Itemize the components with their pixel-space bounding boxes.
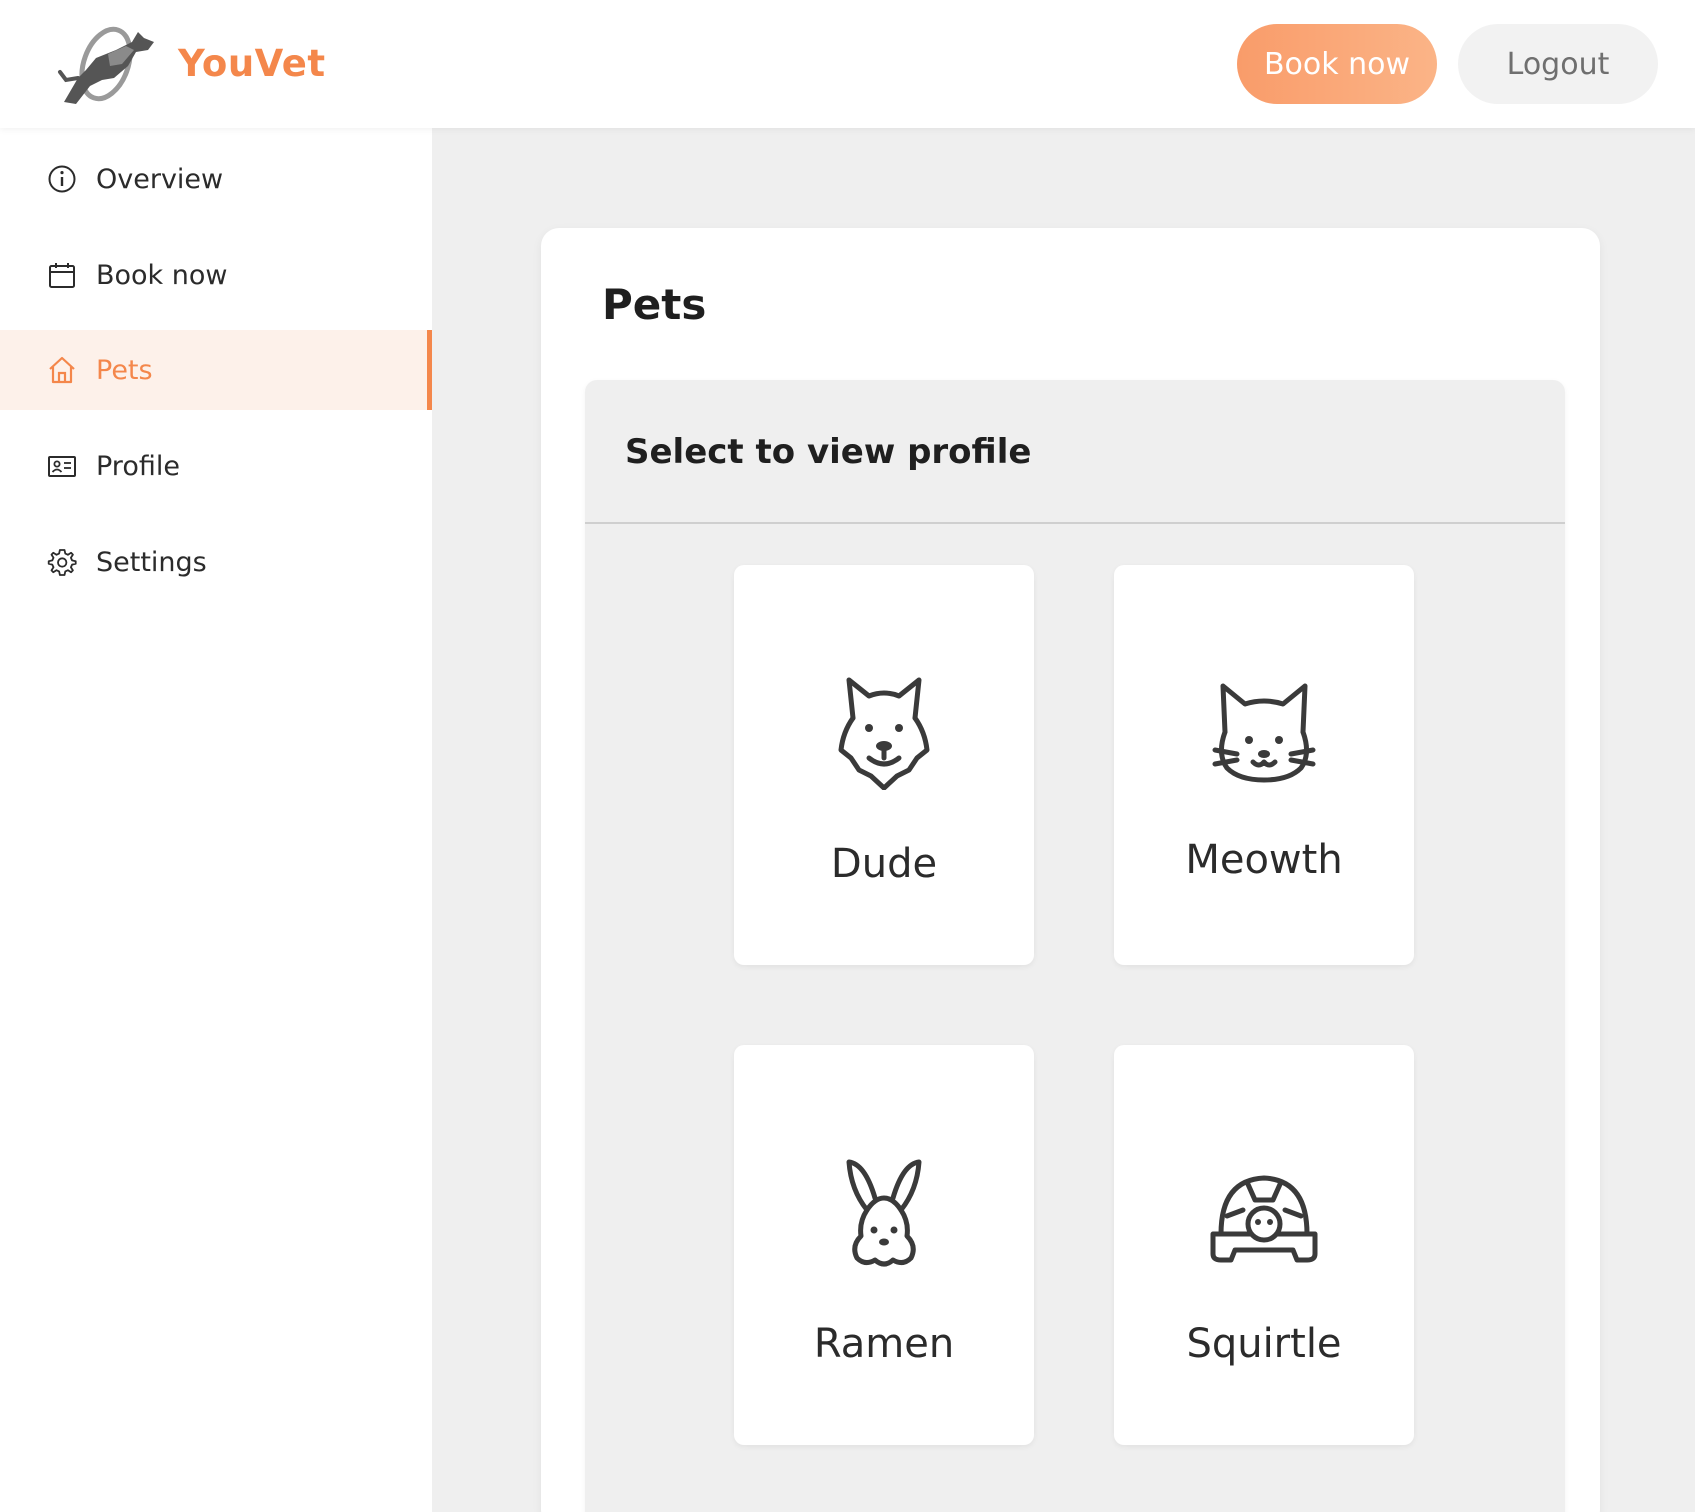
sidebar-item-label: Pets	[96, 354, 153, 386]
pet-name: Squirtle	[1186, 1321, 1342, 1367]
pet-name: Meowth	[1185, 837, 1343, 883]
sidebar-item-label: Overview	[96, 163, 224, 195]
brand-name: YouVet	[178, 41, 326, 85]
pet-card-meowth[interactable]: Meowth	[1114, 565, 1414, 965]
pet-card-ramen[interactable]: Ramen	[734, 1045, 1034, 1445]
sidebar-item-settings[interactable]: Settings	[0, 522, 432, 602]
pets-card: Pets Select to view profile Dude Meowth …	[541, 228, 1600, 1512]
turtle-icon	[1210, 1175, 1318, 1263]
sidebar-item-label: Book now	[96, 259, 228, 291]
pet-selection-panel: Select to view profile Dude Meowth Ramen…	[585, 380, 1565, 1512]
sidebar-item-label: Profile	[96, 450, 180, 482]
cat-icon	[1212, 683, 1316, 783]
pet-name: Ramen	[813, 1321, 955, 1367]
home-icon	[46, 354, 78, 386]
dog-jumping-hoop-logo-icon	[58, 26, 154, 104]
sidebar-item-profile[interactable]: Profile	[0, 426, 432, 506]
sidebar-item-overview[interactable]: Overview	[0, 139, 432, 219]
brand-logo[interactable]: YouVet	[56, 20, 326, 106]
gear-icon	[46, 546, 78, 578]
top-header: YouVet Book now Logout	[0, 0, 1695, 128]
sidebar-item-label: Settings	[96, 546, 207, 578]
dog-icon	[838, 677, 930, 790]
pet-card-squirtle[interactable]: Squirtle	[1114, 1045, 1414, 1445]
book-now-button[interactable]: Book now	[1237, 24, 1437, 104]
logout-button[interactable]: Logout	[1458, 24, 1658, 104]
sidebar: Overview Book now Pets Profile Settings	[0, 128, 432, 1512]
panel-title: Select to view profile	[625, 432, 1032, 472]
page-title: Pets	[602, 280, 707, 329]
pet-name: Dude	[830, 841, 938, 887]
id-card-icon	[46, 450, 78, 482]
calendar-icon	[46, 259, 78, 291]
sidebar-item-pets[interactable]: Pets	[0, 330, 432, 410]
divider	[585, 522, 1565, 524]
rabbit-icon	[846, 1159, 922, 1267]
pet-card-dude[interactable]: Dude	[734, 565, 1034, 965]
sidebar-item-book-now[interactable]: Book now	[0, 235, 432, 315]
info-icon	[46, 163, 78, 195]
